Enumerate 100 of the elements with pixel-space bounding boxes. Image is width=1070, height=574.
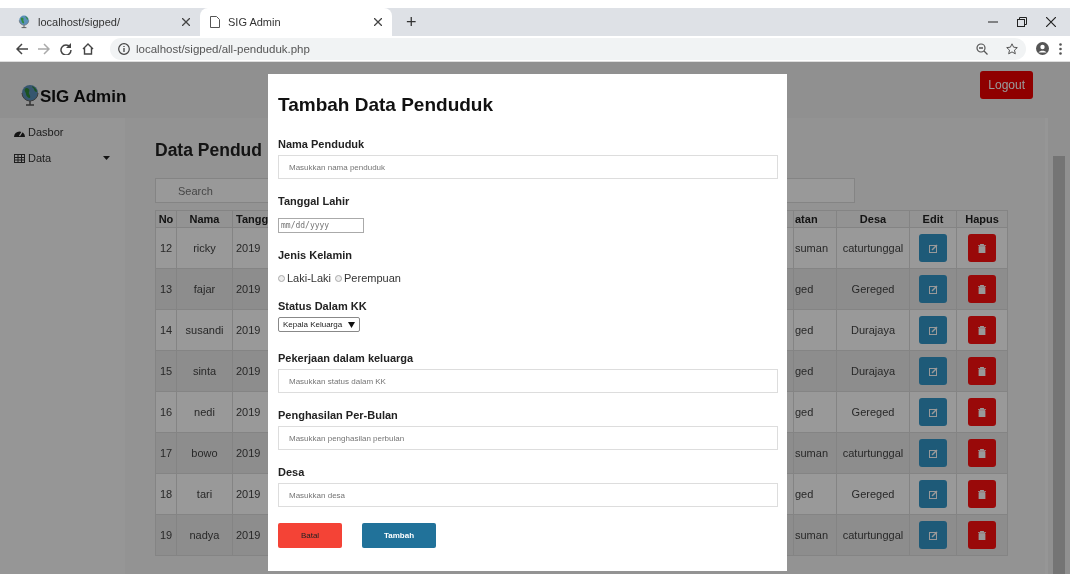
column-header: No bbox=[155, 210, 177, 228]
table-cell: 18 bbox=[155, 473, 177, 515]
delete-button[interactable] bbox=[968, 316, 996, 344]
browser-tab[interactable]: SIG Admin bbox=[200, 8, 392, 36]
trash-icon bbox=[978, 489, 986, 499]
field-label: Tanggal Lahir bbox=[278, 195, 350, 207]
delete-button[interactable] bbox=[968, 521, 996, 549]
table-cell: ricky bbox=[176, 227, 233, 269]
table-cell: 19 bbox=[155, 514, 177, 556]
table-cell: ged bbox=[793, 391, 837, 433]
table-cell: ged bbox=[793, 473, 837, 515]
delete-button[interactable] bbox=[968, 357, 996, 385]
scrollbar[interactable] bbox=[1048, 62, 1070, 574]
edit-icon bbox=[928, 325, 938, 335]
radio-label: Perempuan bbox=[344, 272, 401, 284]
text-field[interactable]: Masukkan status dalam KK bbox=[278, 369, 778, 393]
zoom-out-icon[interactable] bbox=[976, 42, 988, 55]
table-cell: 15 bbox=[155, 350, 177, 392]
edit-button[interactable] bbox=[919, 275, 947, 303]
trash-icon bbox=[978, 243, 986, 253]
close-icon[interactable] bbox=[182, 18, 190, 26]
delete-button[interactable] bbox=[968, 480, 996, 508]
edit-icon bbox=[928, 448, 938, 458]
table-cell: suman bbox=[793, 514, 837, 556]
edit-button[interactable] bbox=[919, 398, 947, 426]
field-label: Desa bbox=[278, 466, 305, 478]
cancel-button[interactable]: Batal bbox=[278, 523, 342, 548]
table-cell: caturtunggal bbox=[836, 432, 910, 474]
table-cell: nedi bbox=[176, 391, 233, 433]
info-icon[interactable] bbox=[118, 42, 130, 55]
status-dropdown[interactable]: Kepala Keluarga bbox=[278, 317, 361, 332]
edit-button[interactable] bbox=[919, 439, 947, 467]
edit-button[interactable] bbox=[919, 480, 947, 508]
table-cell: Gereged bbox=[836, 473, 910, 515]
radio-label: Laki-Laki bbox=[287, 272, 332, 284]
text-field[interactable]: Masukkan desa bbox=[278, 483, 778, 507]
forward-icon[interactable] bbox=[38, 42, 50, 55]
table-cell: Gereged bbox=[836, 268, 910, 310]
new-tab-button[interactable]: + bbox=[402, 11, 421, 33]
table-cell: suman bbox=[793, 432, 837, 474]
home-icon[interactable] bbox=[82, 42, 94, 55]
back-icon[interactable] bbox=[16, 42, 28, 55]
dropdown-caret-icon bbox=[348, 321, 356, 328]
tab-title: localhost/sigped/ bbox=[38, 16, 121, 28]
edit-icon bbox=[928, 366, 938, 376]
delete-button[interactable] bbox=[968, 275, 996, 303]
close-icon[interactable] bbox=[374, 18, 382, 26]
edit-icon bbox=[928, 284, 938, 294]
modal-title: Tambah Data Penduduk bbox=[278, 94, 494, 116]
star-icon[interactable] bbox=[1006, 42, 1018, 55]
column-header: Hapus bbox=[956, 210, 1008, 228]
edit-button[interactable] bbox=[919, 316, 947, 344]
trash-icon bbox=[978, 407, 986, 417]
column-header: Nama bbox=[176, 210, 233, 228]
sidebar-item[interactable]: Dasbor bbox=[14, 126, 110, 138]
field-label: Penghasilan Per-Bulan bbox=[278, 409, 398, 421]
edit-icon bbox=[928, 530, 938, 540]
date-field[interactable]: mm/dd/yyyy bbox=[278, 218, 364, 233]
table-cell: 16 bbox=[155, 391, 177, 433]
text-field[interactable]: Masukkan nama penduduk bbox=[278, 155, 778, 179]
submit-button[interactable]: Tambah bbox=[362, 523, 436, 548]
table-cell: 17 bbox=[155, 432, 177, 474]
table-cell: susandi bbox=[176, 309, 233, 351]
column-header: Desa bbox=[836, 210, 910, 228]
table-cell: 13 bbox=[155, 268, 177, 310]
edit-button[interactable] bbox=[919, 234, 947, 262]
field-label: Nama Penduduk bbox=[278, 138, 365, 150]
restore-icon[interactable] bbox=[1017, 17, 1027, 27]
edit-button[interactable] bbox=[919, 521, 947, 549]
edit-button[interactable] bbox=[919, 357, 947, 385]
field-label: Pekerjaan dalam keluarga bbox=[278, 352, 414, 364]
profile-icon[interactable] bbox=[1036, 42, 1049, 55]
edit-icon bbox=[928, 489, 938, 499]
edit-icon bbox=[928, 407, 938, 417]
sidebar-item[interactable]: Data bbox=[14, 152, 110, 164]
radio-button[interactable] bbox=[278, 274, 285, 282]
close-icon[interactable] bbox=[1046, 17, 1056, 27]
globe-logo-icon bbox=[20, 84, 40, 107]
table-cell: caturtunggal bbox=[836, 514, 910, 556]
table-icon bbox=[14, 153, 25, 163]
table-cell: sinta bbox=[176, 350, 233, 392]
tab-title: SIG Admin bbox=[228, 16, 282, 28]
trash-icon bbox=[978, 448, 986, 458]
caret-icon bbox=[103, 156, 110, 160]
table-cell: ged bbox=[793, 350, 837, 392]
delete-button[interactable] bbox=[968, 398, 996, 426]
menu-icon[interactable] bbox=[1059, 42, 1062, 55]
radio-button[interactable] bbox=[335, 274, 343, 282]
delete-button[interactable] bbox=[968, 234, 996, 262]
logout-button[interactable]: Logout bbox=[980, 71, 1033, 99]
column-header: Edit bbox=[909, 210, 957, 228]
table-cell: fajar bbox=[176, 268, 233, 310]
table-cell: 12 bbox=[155, 227, 177, 269]
brand-title[interactable]: SIG Admin bbox=[40, 87, 127, 107]
trash-icon bbox=[978, 530, 986, 540]
field-label: Jenis Kelamin bbox=[278, 249, 352, 261]
delete-button[interactable] bbox=[968, 439, 996, 467]
field-label: Status Dalam KK bbox=[278, 300, 367, 312]
text-field[interactable]: Masukkan penghasilan perbulan bbox=[278, 426, 778, 450]
reload-icon[interactable] bbox=[60, 42, 72, 55]
